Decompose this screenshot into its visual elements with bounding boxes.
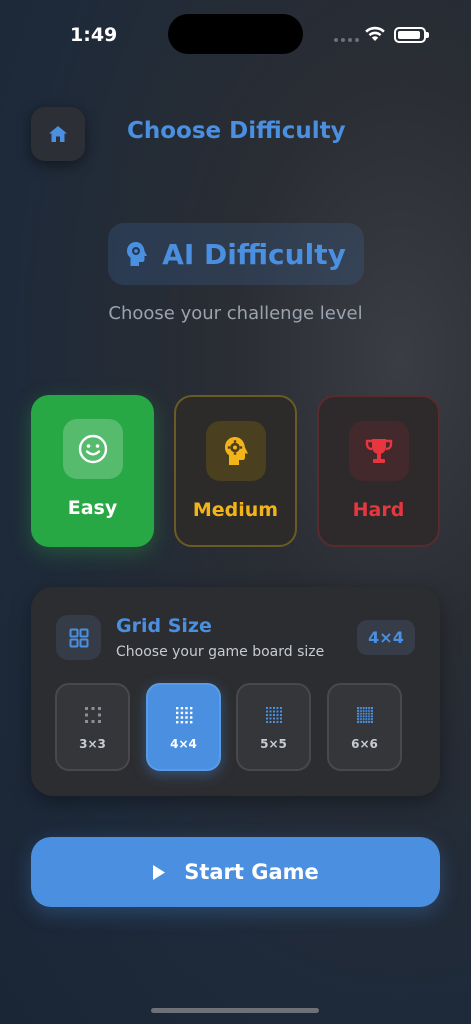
trophy-icon — [365, 439, 392, 463]
status-bar: 1:49 — [0, 0, 471, 70]
ai-difficulty-title: AI Difficulty — [162, 237, 346, 271]
smiley-icon — [78, 434, 107, 464]
wifi-icon — [365, 26, 385, 41]
start-game-button[interactable]: Start Game — [31, 837, 440, 907]
grid-option-label: 3×3 — [79, 737, 106, 751]
difficulty-screen: 1:49 Choose Difficulty AI Difficulty Cho… — [0, 0, 471, 1024]
gear-head-icon — [224, 437, 248, 465]
subtitle: Choose your challenge level — [108, 303, 363, 324]
difficulty-medium-card[interactable]: Medium — [174, 395, 297, 547]
dots-3x3-icon — [84, 707, 101, 723]
home-indicator[interactable] — [151, 1008, 319, 1013]
dynamic-island — [168, 14, 303, 54]
play-icon — [153, 864, 166, 880]
difficulty-easy-card[interactable]: Easy — [31, 395, 154, 547]
difficulty-hard-card[interactable]: Hard — [317, 395, 440, 547]
difficulty-easy-label: Easy — [67, 497, 118, 519]
grid-size-current-badge: 4×4 — [357, 620, 415, 655]
home-button[interactable] — [31, 107, 85, 161]
grid-option-label: 6×6 — [351, 737, 378, 751]
grid-option-6x6[interactable]: 6×6 — [327, 683, 402, 771]
grid-option-3x3[interactable]: 3×3 — [55, 683, 130, 771]
grid-option-label: 4×4 — [170, 737, 197, 751]
grid-size-subtitle: Choose your game board size — [116, 644, 325, 660]
dots-5x5-icon — [265, 707, 282, 723]
status-time: 1:49 — [70, 24, 118, 46]
dots-6x6-icon — [356, 707, 373, 723]
difficulty-hard-label: Hard — [352, 499, 405, 521]
home-icon — [49, 126, 67, 142]
dots-4x4-icon — [175, 707, 192, 724]
grid-option-4x4[interactable]: 4×4 — [146, 683, 221, 771]
start-game-label: Start Game — [184, 860, 319, 884]
grid-size-icon-box — [56, 615, 101, 660]
grid-size-title: Grid Size — [116, 615, 212, 637]
grid-option-label: 5×5 — [260, 737, 287, 751]
grid-size-panel: Grid Size Choose your game board size 4×… — [31, 587, 440, 796]
difficulty-medium-label: Medium — [192, 499, 279, 521]
grid-icon — [69, 628, 88, 647]
page-title: Choose Difficulty — [127, 118, 346, 144]
grid-option-5x5[interactable]: 5×5 — [236, 683, 311, 771]
signal-dots-icon — [334, 38, 359, 42]
brain-head-icon — [127, 242, 148, 266]
battery-icon — [394, 27, 429, 43]
ai-difficulty-badge: AI Difficulty — [108, 223, 364, 285]
